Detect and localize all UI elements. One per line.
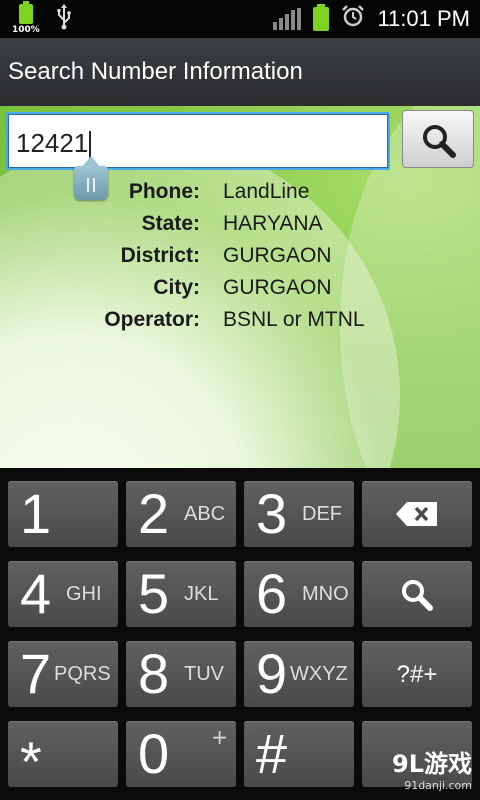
text-caret bbox=[89, 131, 92, 160]
title-bar: Search Number Information bbox=[0, 38, 480, 108]
key-letters: TUV bbox=[184, 663, 224, 685]
key-hash[interactable]: # bbox=[244, 721, 354, 787]
info-label: State: bbox=[141, 212, 200, 235]
watermark: 9L游戏 91danji.com bbox=[392, 744, 472, 792]
info-row-state: State: HARYANA bbox=[0, 212, 480, 242]
search-button[interactable] bbox=[402, 110, 474, 168]
info-value: BSNL or MTNL bbox=[223, 308, 365, 331]
key-5[interactable]: 5 JKL bbox=[126, 561, 236, 627]
key-letters: GHI bbox=[66, 583, 102, 605]
info-label: District: bbox=[120, 244, 200, 267]
dial-keypad: 1 2 ABC 3 DEF 4 GHI 5 JKL 6 MNO 7 PQRS 8… bbox=[0, 468, 480, 800]
battery-icon bbox=[313, 4, 330, 31]
clock: 11:01 PM bbox=[377, 6, 470, 31]
symbols-label: ?#+ bbox=[396, 661, 438, 688]
key-0[interactable]: 0 + bbox=[126, 721, 236, 787]
battery-icon: 100% bbox=[12, 1, 40, 35]
key-4[interactable]: 4 GHI bbox=[8, 561, 118, 627]
key-letters: PQRS bbox=[54, 663, 111, 685]
info-value: LandLine bbox=[223, 180, 310, 203]
key-digit: 3 bbox=[256, 482, 288, 545]
key-digit: 2 bbox=[138, 482, 170, 545]
key-digit: 9 bbox=[256, 642, 288, 705]
backspace-icon bbox=[396, 502, 437, 526]
key-digit: 0 bbox=[138, 722, 170, 785]
info-label: City: bbox=[153, 276, 200, 299]
key-letters: MNO bbox=[302, 583, 349, 605]
key-digit: 1 bbox=[20, 482, 52, 545]
key-7[interactable]: 7 PQRS bbox=[8, 641, 118, 707]
key-9[interactable]: 9 WXYZ bbox=[244, 641, 354, 707]
key-6[interactable]: 6 MNO bbox=[244, 561, 354, 627]
key-1[interactable]: 1 bbox=[8, 481, 118, 547]
key-letters: + bbox=[211, 725, 228, 749]
search-icon bbox=[402, 580, 433, 611]
watermark-brand: 9L游戏 bbox=[392, 750, 472, 778]
key-digit: * bbox=[20, 730, 42, 793]
info-row-city: City: GURGAON bbox=[0, 276, 480, 306]
key-8[interactable]: 8 TUV bbox=[126, 641, 236, 707]
key-3[interactable]: 3 DEF bbox=[244, 481, 354, 547]
watermark-url: 91danji.com bbox=[404, 779, 472, 792]
number-input-value: 12421 bbox=[16, 128, 89, 158]
key-digit: 6 bbox=[256, 562, 288, 625]
key-digit: 7 bbox=[20, 642, 52, 705]
key-2[interactable]: 2 ABC bbox=[126, 481, 236, 547]
info-row-district: District: GURGAON bbox=[0, 244, 480, 274]
info-value: GURGAON bbox=[223, 244, 332, 267]
key-letters: DEF bbox=[302, 503, 342, 525]
key-digit: # bbox=[256, 722, 288, 785]
key-digit: 4 bbox=[20, 562, 52, 625]
key-letters: ABC bbox=[184, 503, 226, 525]
number-input[interactable]: 12421 bbox=[6, 112, 390, 170]
signal-icon bbox=[273, 8, 302, 30]
battery-percent: 100% bbox=[12, 25, 40, 35]
main-content: 12421 Phone: LandLine State: HARYANA Dis… bbox=[0, 106, 480, 468]
key-digit: 8 bbox=[138, 642, 170, 705]
keypad-search-button[interactable] bbox=[362, 561, 472, 627]
page-title: Search Number Information bbox=[8, 58, 303, 85]
usb-icon bbox=[56, 4, 72, 36]
key-star[interactable]: * bbox=[8, 721, 118, 793]
key-digit: 5 bbox=[138, 562, 170, 625]
info-row-phone: Phone: LandLine bbox=[0, 180, 480, 210]
backspace-button[interactable] bbox=[362, 481, 472, 547]
alarm-icon bbox=[341, 4, 365, 34]
search-icon bbox=[423, 125, 456, 158]
info-label: Phone: bbox=[128, 180, 200, 203]
status-bar: 100% 11:01 PM bbox=[0, 0, 480, 38]
symbols-button[interactable]: ?#+ bbox=[362, 641, 472, 707]
info-label: Operator: bbox=[104, 308, 200, 331]
info-row-operator: Operator: BSNL or MTNL bbox=[0, 308, 480, 338]
key-letters: WXYZ bbox=[290, 663, 348, 685]
key-letters: JKL bbox=[184, 583, 219, 605]
info-value: HARYANA bbox=[223, 212, 323, 235]
info-value: GURGAON bbox=[223, 276, 332, 299]
